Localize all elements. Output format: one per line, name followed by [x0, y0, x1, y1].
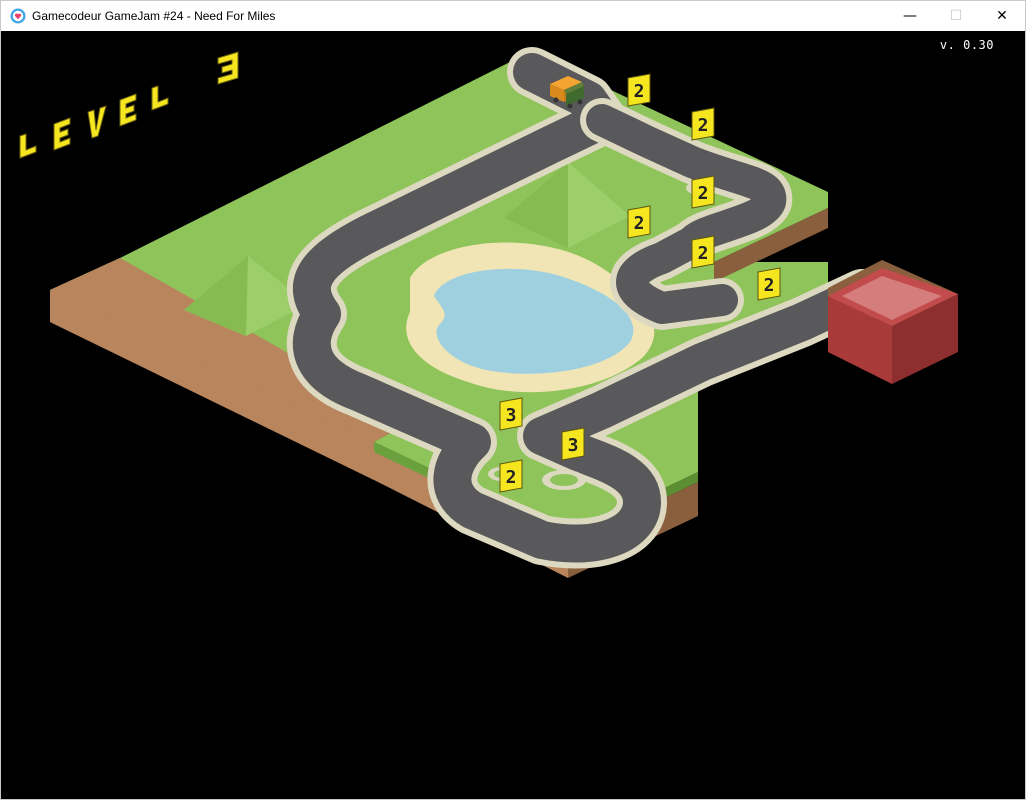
window-title: Gamecodeur GameJam #24 - Need For Miles [32, 9, 276, 23]
track-marker-label: 2 [764, 275, 775, 296]
track-marker: 2 [627, 73, 651, 107]
track-marker-label: 2 [634, 81, 645, 102]
track-marker: 2 [757, 267, 781, 301]
level-letter [87, 105, 107, 139]
close-icon[interactable]: ✕ [979, 1, 1025, 31]
track-marker-label: 3 [506, 405, 517, 426]
level-number-3 [217, 51, 239, 85]
track-marker-label: 2 [698, 183, 709, 204]
minimize-icon[interactable]: — [887, 1, 933, 31]
track-marker: 2 [691, 107, 715, 141]
track-marker: 2 [691, 235, 715, 269]
track-marker: 3 [499, 397, 523, 431]
level-title [19, 51, 239, 159]
track-marker: 2 [627, 205, 651, 239]
track-marker-label: 3 [568, 435, 579, 456]
heart-in-circle-icon [10, 8, 26, 24]
track-marker-label: 2 [698, 115, 709, 136]
level-letter [151, 85, 169, 111]
track-marker: 2 [499, 459, 523, 493]
track-marker: 3 [561, 427, 585, 461]
finish-zone [828, 260, 958, 384]
track-marker: 2 [691, 175, 715, 209]
game-scene: 2 2 2 2 2 2 3 3 2 [19, 47, 958, 578]
track-marker-label: 2 [506, 467, 517, 488]
game-window: Gamecodeur GameJam #24 - Need For Miles … [0, 0, 1026, 800]
maximize-icon[interactable]: ☐ [933, 1, 979, 31]
game-canvas[interactable]: v. 0.30 2 2 2 2 2 2 3 3 2 [2, 32, 1024, 799]
track-marker-label: 2 [634, 213, 645, 234]
track-marker-label: 2 [698, 243, 709, 264]
title-bar[interactable]: Gamecodeur GameJam #24 - Need For Miles … [1, 1, 1025, 31]
level-letter [19, 133, 37, 159]
level-letter [119, 93, 137, 127]
level-letter [53, 117, 71, 151]
window-controls: — ☐ ✕ [887, 1, 1025, 31]
